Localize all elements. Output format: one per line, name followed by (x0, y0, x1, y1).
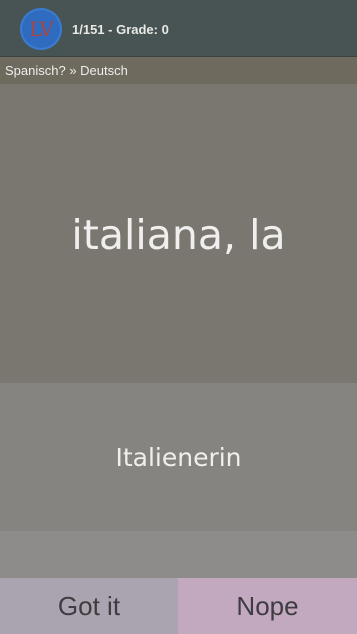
nope-button[interactable]: Nope (178, 578, 357, 634)
top-bar: LV 1/151 - Grade: 0 (0, 0, 357, 57)
got-it-button[interactable]: Got it (0, 578, 178, 634)
got-it-label: Got it (57, 590, 121, 621)
answer-card[interactable]: Italienerin (0, 383, 357, 531)
card-footer-spacer (0, 531, 357, 578)
question-card[interactable]: italiana, la (0, 84, 357, 383)
question-text: italiana, la (71, 210, 286, 259)
answer-text: Italienerin (115, 442, 242, 472)
direction-label: Spanisch? » Deutsch (0, 57, 357, 84)
progress-grade-text: 1/151 - Grade: 0 (72, 22, 169, 37)
app-logo-icon[interactable]: LV (20, 8, 62, 50)
nope-label: Nope (236, 590, 299, 621)
app-logo-text: LV (29, 17, 53, 41)
